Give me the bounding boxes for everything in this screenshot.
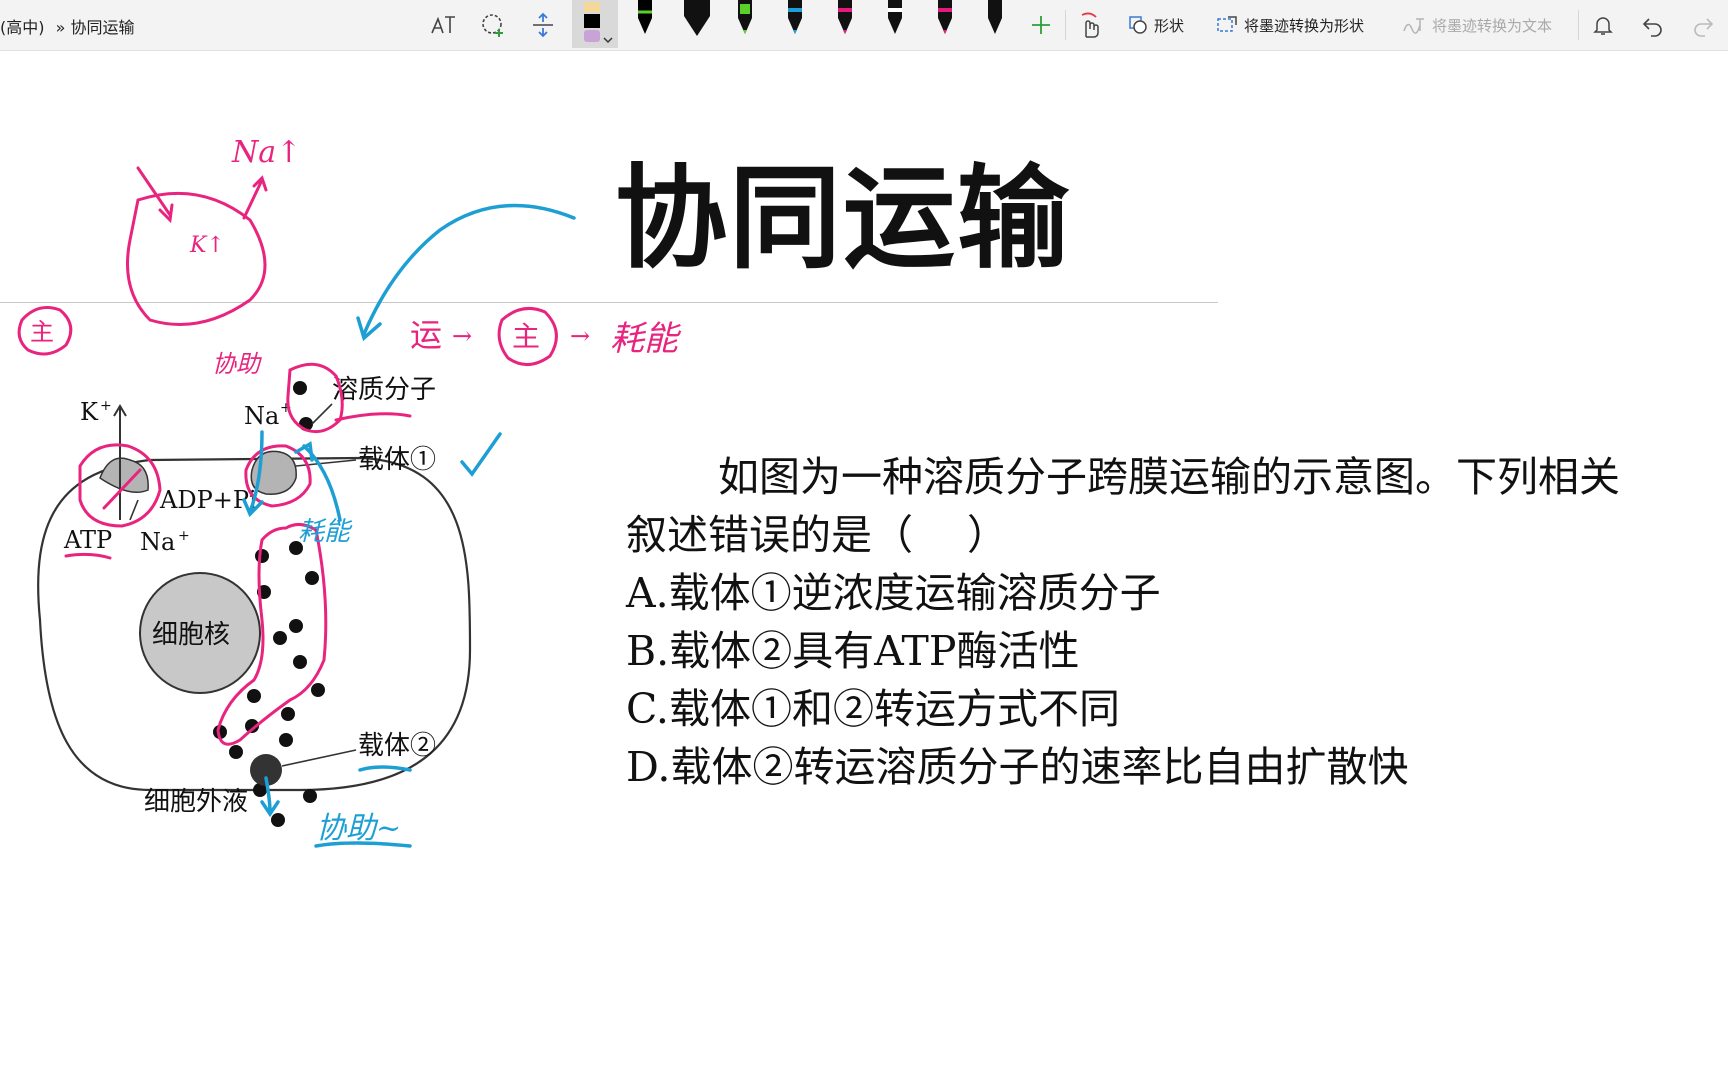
na-top-label: Na <box>244 402 279 430</box>
annotation-assist-bottom: 协助~ <box>316 811 401 846</box>
annotation-consume: 耗能 <box>298 517 353 547</box>
annotation-circled-main: 主 <box>30 318 54 346</box>
ink-to-text-button[interactable]: 将墨迹转换为文本 <box>1402 12 1552 38</box>
annotation-assist-top: 协助 <box>212 350 262 378</box>
transport-diagram: 细胞核 K + ADP+Pi ATP Na + Na + 载体① 溶质分子 载体… <box>17 135 682 848</box>
annotation-chain-prefix: 运 <box>410 316 442 354</box>
atp-label: ATP <box>63 526 112 554</box>
annotation-k-inner: K↑ <box>189 233 225 258</box>
k-ion-label: K <box>80 398 99 426</box>
na-bottom-label: Na <box>140 528 175 556</box>
ink-to-shape-button[interactable]: 将墨迹转换为形状 <box>1216 12 1364 38</box>
undo-icon[interactable] <box>1636 8 1670 42</box>
carrier1-label: 载体① <box>358 445 436 475</box>
solute-label: 溶质分子 <box>332 375 436 405</box>
annotation-na-k: Na↑ <box>231 135 301 170</box>
svg-text:→: → <box>570 322 590 350</box>
bell-icon[interactable] <box>1586 8 1620 42</box>
svg-text:→: → <box>452 322 472 350</box>
k-superscript: + <box>100 398 112 414</box>
carrier2-label: 载体② <box>358 731 436 761</box>
annotation-circled-main-2: 主 <box>512 320 540 353</box>
ink-to-shape-label: 将墨迹转换为形状 <box>1244 16 1365 35</box>
ink-to-shape-icon <box>1217 16 1237 32</box>
ink-to-text-icon <box>1403 18 1424 34</box>
redo-icon[interactable] <box>1686 8 1720 42</box>
ecf-label: 细胞外液 <box>144 787 248 817</box>
toolbar-divider-2 <box>1578 10 1579 40</box>
ink-to-text-label: 将墨迹转换为文本 <box>1432 16 1553 35</box>
nucleus-label: 细胞核 <box>152 620 230 650</box>
annotation-chain-suffix: 耗能 <box>610 319 682 359</box>
na-bottom-superscript: + <box>178 528 190 544</box>
